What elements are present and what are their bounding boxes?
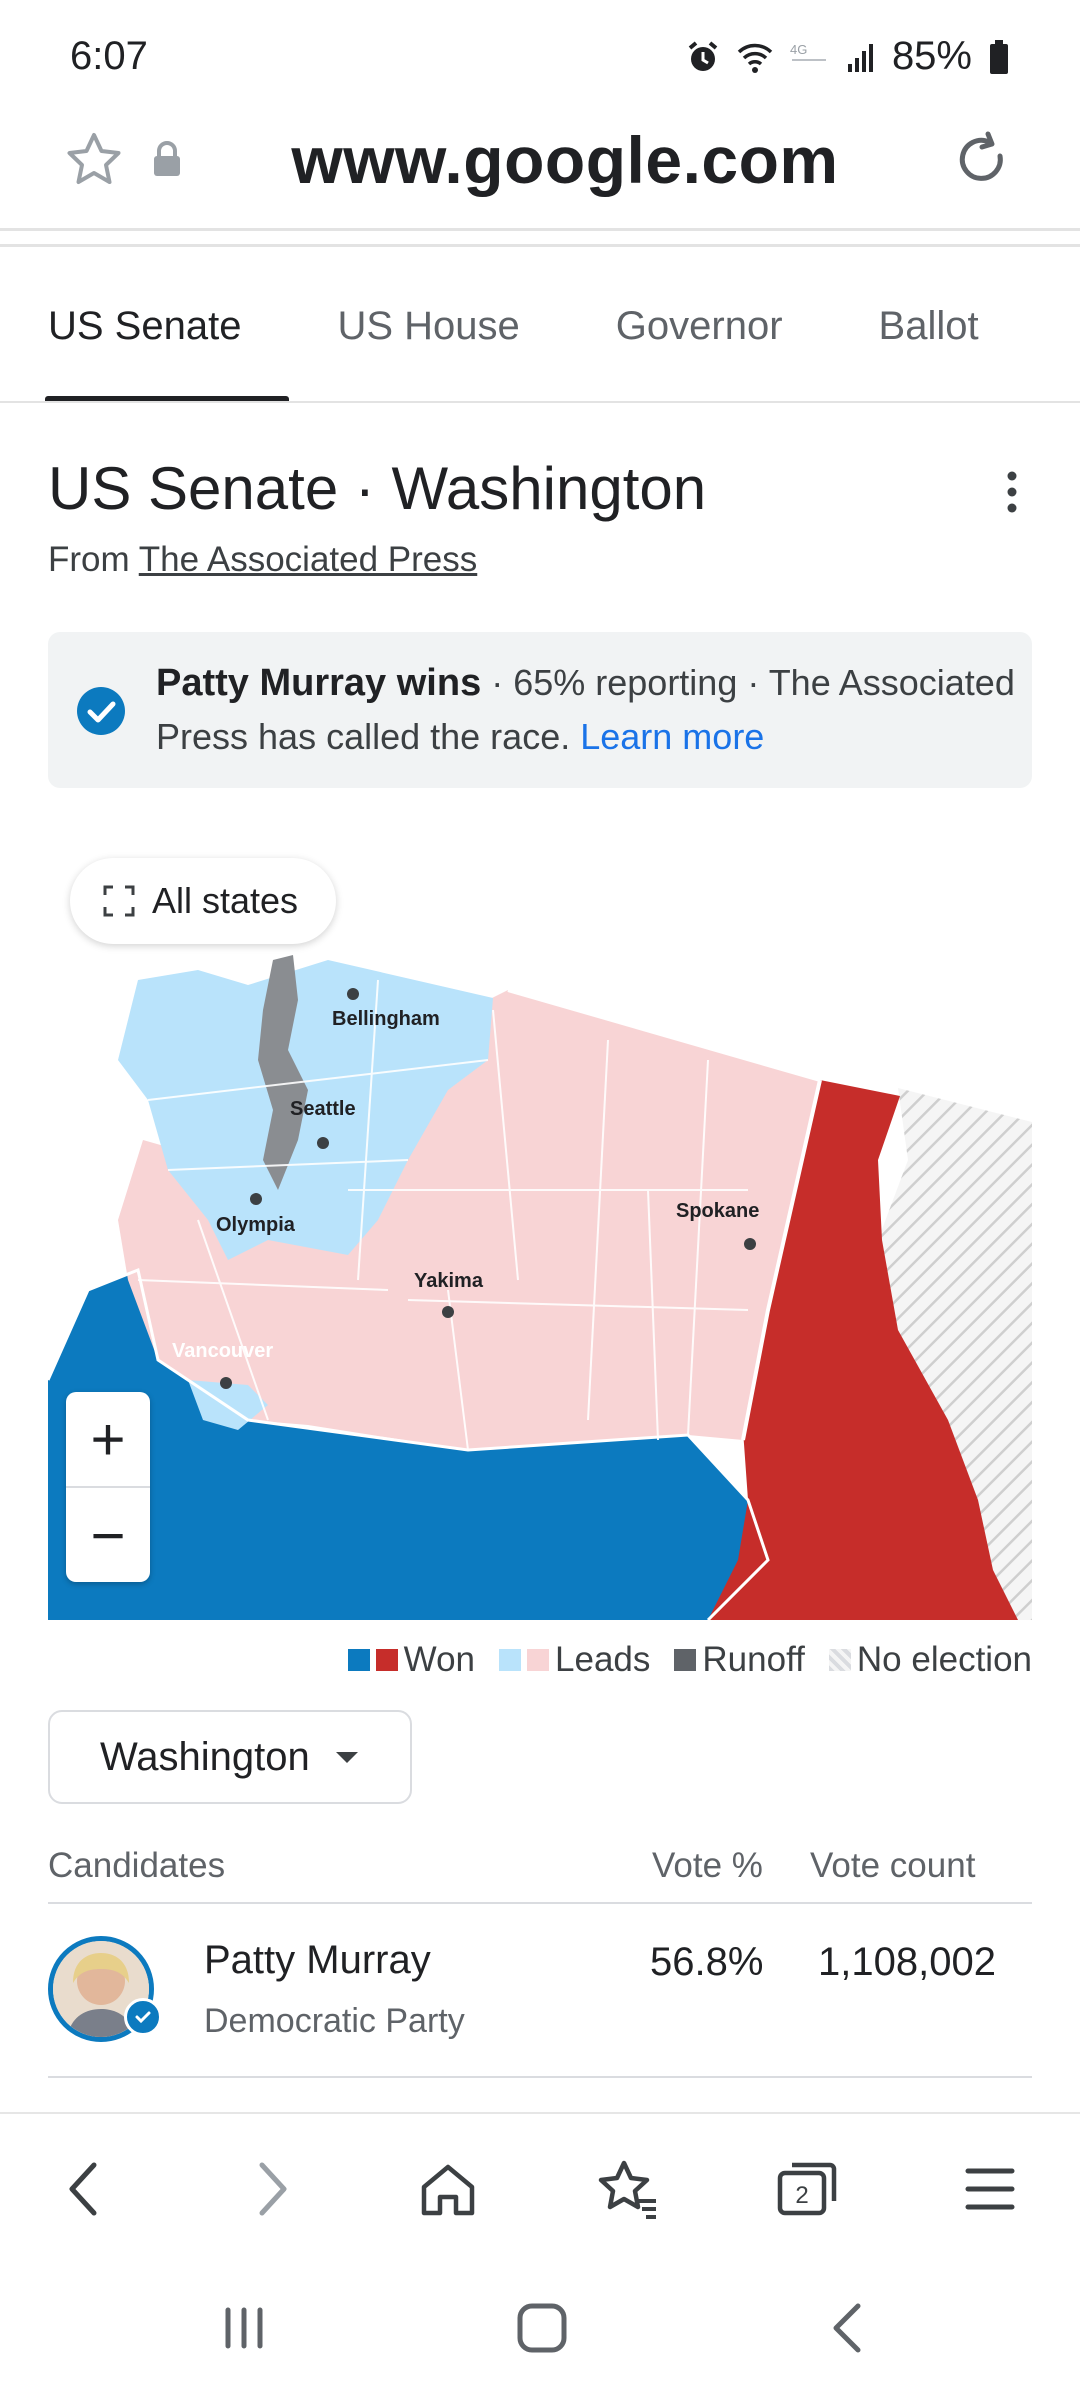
lte-icon: 4G bbox=[790, 42, 826, 61]
city-label: Yakima bbox=[414, 1270, 483, 1292]
all-states-button[interactable]: All states bbox=[70, 858, 336, 944]
candidate-vote-pct: 56.8% bbox=[650, 1940, 764, 1984]
tab-governor[interactable]: Governor bbox=[568, 250, 831, 402]
chevron-down-icon bbox=[335, 1751, 358, 1763]
legend-leads-label: Leads bbox=[555, 1640, 651, 1679]
reload-icon[interactable] bbox=[952, 130, 1012, 195]
status-icons: 4G 85% bbox=[686, 34, 1010, 79]
city-label: Spokane bbox=[676, 1200, 760, 1222]
banner-text: Patty Murray wins · 65% reporting · The … bbox=[156, 656, 1016, 764]
expand-icon bbox=[103, 885, 135, 917]
rep-won-swatch bbox=[375, 1649, 398, 1671]
candidate-vote-count: 1,108,002 bbox=[818, 1940, 996, 1984]
table-row-divider bbox=[48, 2076, 1032, 2078]
city-label: Bellingham bbox=[332, 1008, 440, 1030]
battery-icon bbox=[990, 39, 1008, 74]
tabs-icon[interactable]: 2 bbox=[776, 2159, 840, 2224]
tab-count: 2 bbox=[795, 2182, 808, 2209]
alarm-icon bbox=[688, 40, 718, 71]
candidate-name[interactable]: Patty Murray bbox=[204, 1938, 431, 1983]
header-candidates: Candidates bbox=[48, 1846, 226, 1885]
source-link[interactable]: The Associated Press bbox=[139, 540, 478, 579]
legend-runoff: Runoff bbox=[674, 1640, 805, 1680]
more-options-icon[interactable] bbox=[1000, 468, 1024, 521]
home-button-icon[interactable] bbox=[516, 2302, 568, 2359]
source-prefix: From bbox=[48, 540, 130, 579]
url-divider bbox=[0, 228, 1080, 231]
map-legend: Won Leads Runoff No election bbox=[334, 1640, 1032, 1680]
zoom-out-button[interactable]: − bbox=[66, 1488, 150, 1583]
dem-leads-swatch bbox=[499, 1649, 522, 1671]
legend-no-election: No election bbox=[828, 1640, 1032, 1680]
svg-text:4G: 4G bbox=[790, 42, 807, 57]
header-vote-count: Vote count bbox=[810, 1846, 976, 1885]
legend-leads: Leads bbox=[499, 1640, 650, 1680]
tab-ballot[interactable]: Ballot bbox=[831, 250, 1027, 402]
candidate-party: Democratic Party bbox=[204, 2002, 465, 2040]
status-time: 6:07 bbox=[70, 34, 148, 78]
legend-runoff-label: Runoff bbox=[702, 1640, 805, 1679]
back-icon[interactable] bbox=[64, 2159, 104, 2224]
tab-us-senate[interactable]: US Senate bbox=[0, 250, 290, 402]
all-states-label: All states bbox=[152, 880, 299, 921]
election-tabs: US Senate US House Governor Ballot bbox=[0, 250, 1080, 402]
city-label: Olympia bbox=[216, 1214, 295, 1236]
url-text[interactable]: www.google.com bbox=[0, 122, 1080, 198]
legend-won: Won bbox=[347, 1640, 476, 1680]
region-select[interactable]: Washington bbox=[48, 1710, 412, 1804]
winner-check-icon bbox=[124, 1998, 162, 2036]
city-label: Seattle bbox=[290, 1098, 356, 1120]
region-select-value: Washington bbox=[100, 1734, 310, 1779]
banner-headline: Patty Murray wins bbox=[156, 662, 482, 704]
recent-apps-icon[interactable] bbox=[220, 2304, 268, 2357]
tabs-divider bbox=[0, 401, 1080, 403]
signal-icon bbox=[847, 43, 873, 72]
system-nav-bar bbox=[0, 2262, 1080, 2400]
zoom-in-button[interactable]: + bbox=[66, 1392, 150, 1487]
table-header-divider bbox=[48, 1902, 1032, 1904]
dem-won-swatch bbox=[347, 1649, 370, 1671]
county-map[interactable]: Bellingham Seattle Olympia Spokane Yakim… bbox=[48, 860, 1032, 1620]
wifi-icon bbox=[737, 43, 773, 73]
header-vote-pct: Vote % bbox=[652, 1846, 763, 1885]
tab-us-house[interactable]: US House bbox=[289, 250, 567, 402]
city-label: Vancouver bbox=[172, 1340, 274, 1362]
bookmarks-icon[interactable] bbox=[596, 2159, 660, 2224]
legend-won-label: Won bbox=[403, 1640, 476, 1679]
battery-percent: 85% bbox=[891, 34, 972, 78]
zoom-control: + − bbox=[66, 1392, 150, 1582]
check-circle-icon bbox=[76, 686, 126, 741]
rep-leads-swatch bbox=[527, 1649, 550, 1671]
source-line: From The Associated Press bbox=[48, 540, 477, 580]
url-divider-2 bbox=[0, 244, 1080, 247]
menu-icon[interactable] bbox=[964, 2159, 1016, 2224]
browser-toolbar: 2 bbox=[0, 2112, 1080, 2264]
no-election-swatch bbox=[828, 1649, 851, 1671]
legend-no-election-label: No election bbox=[856, 1640, 1032, 1679]
home-icon[interactable] bbox=[418, 2159, 478, 2224]
forward-icon[interactable] bbox=[252, 2159, 292, 2224]
runoff-swatch bbox=[674, 1649, 697, 1671]
system-back-icon[interactable] bbox=[828, 2302, 868, 2359]
learn-more-link[interactable]: Learn more bbox=[580, 716, 764, 757]
page-title: US Senate · Washington bbox=[48, 455, 707, 522]
